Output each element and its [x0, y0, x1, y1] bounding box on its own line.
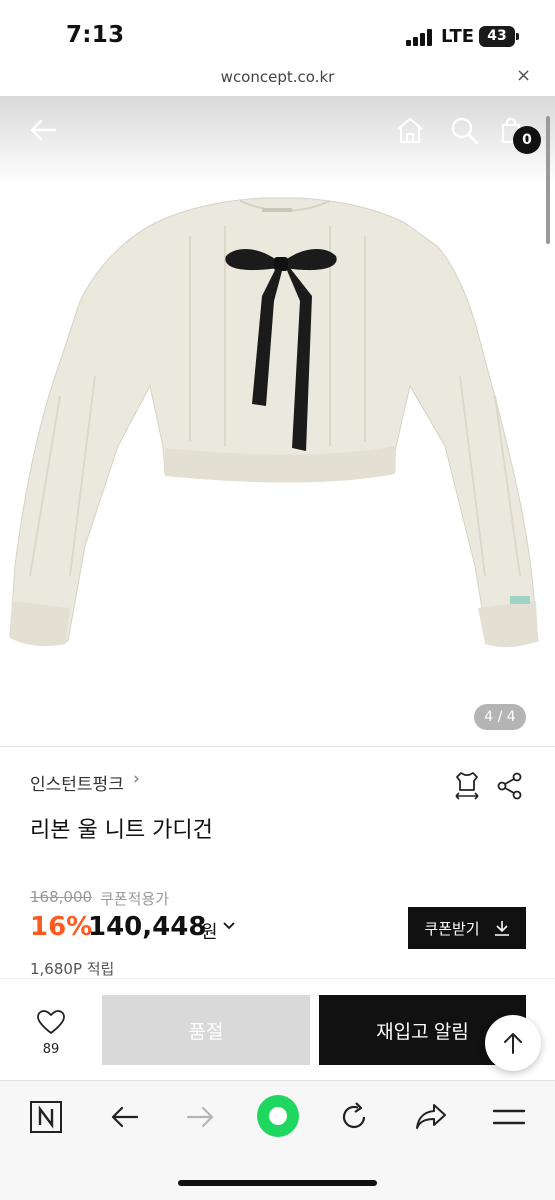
cart-count-badge: 0 [513, 126, 541, 154]
points-earned: 1,680P 적립 [30, 960, 115, 978]
like-count: 89 [42, 1042, 60, 1057]
naver-n-icon[interactable] [26, 1097, 66, 1137]
divider [0, 746, 555, 747]
signal-icon [406, 29, 434, 46]
download-icon [494, 921, 509, 936]
home-indicator [178, 1180, 377, 1186]
refresh-icon[interactable] [334, 1097, 374, 1137]
gallery-counter: 4 / 4 [474, 704, 526, 730]
menu-icon[interactable] [489, 1097, 529, 1137]
coupon-button-label: 쿠폰받기 [424, 920, 480, 938]
back-arrow-icon[interactable] [28, 118, 58, 142]
discount-rate: 16% [30, 912, 93, 942]
nav-back-icon[interactable] [104, 1097, 144, 1137]
nav-forward-icon[interactable] [181, 1097, 221, 1137]
status-bar: 7:13 LTE 43 [0, 0, 555, 62]
share-forward-icon[interactable] [411, 1097, 451, 1137]
chevron-down-icon[interactable] [222, 917, 236, 936]
close-icon[interactable]: × [516, 65, 531, 86]
original-price: 168,000 [30, 888, 93, 906]
size-guide-icon[interactable] [452, 770, 482, 800]
coupon-download-button[interactable]: 쿠폰받기 [408, 907, 526, 949]
green-dot-icon[interactable] [255, 1093, 301, 1139]
arrow-up-icon [504, 1033, 522, 1054]
url-text[interactable]: wconcept.co.kr [0, 68, 555, 86]
network-type: LTE [441, 26, 475, 47]
scroll-to-top-button[interactable] [485, 1015, 541, 1071]
battery-icon: 43 [479, 26, 519, 47]
sale-price: 140,448 [88, 912, 207, 942]
brand-link[interactable]: 인스턴트펑크 [30, 770, 124, 795]
chevron-right-icon[interactable]: › [133, 769, 140, 789]
soldout-button[interactable]: 품절 [102, 995, 310, 1065]
status-time: 7:13 [66, 22, 125, 48]
heart-icon[interactable] [36, 1009, 66, 1035]
product-name: 리본 울 니트 가디건 [30, 818, 213, 843]
product-gallery[interactable]: 0 4 / 4 [0, 96, 555, 746]
currency[interactable]: 원 [201, 918, 218, 944]
scrollbar[interactable] [546, 116, 550, 244]
url-bar[interactable]: wconcept.co.kr × [0, 62, 555, 96]
share-icon[interactable] [497, 772, 523, 800]
search-icon[interactable] [450, 116, 480, 146]
coupon-price-label: 쿠폰적용가 [100, 890, 170, 908]
product-image [9, 197, 539, 648]
home-icon[interactable] [395, 116, 425, 144]
